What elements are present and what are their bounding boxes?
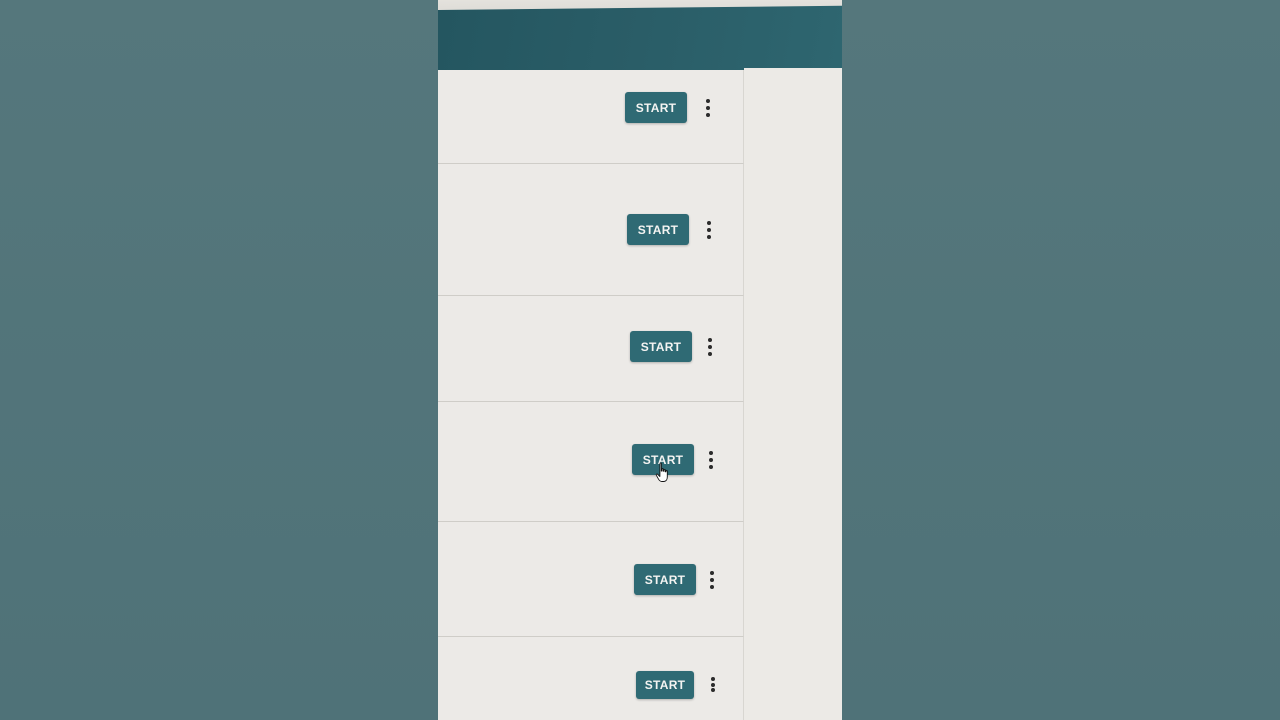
list-item: START [438,637,744,720]
list-item: START [438,522,744,637]
list-item: START [438,296,744,402]
list-item: START [438,164,744,296]
list-item: START [438,402,744,522]
more-dot [710,585,714,589]
start-button[interactable]: START [634,564,696,595]
more-options-icon[interactable] [706,451,716,469]
start-button[interactable]: START [636,671,694,699]
background-right [842,0,1280,720]
right-side-panel [744,68,842,720]
more-dot [708,352,712,356]
more-dot [710,571,714,575]
more-options-icon[interactable] [708,677,718,692]
more-options-icon[interactable] [703,99,713,117]
more-dot [706,113,710,117]
more-dot [711,682,715,687]
start-button[interactable]: START [625,92,687,123]
more-dot [711,677,715,681]
more-dot [710,578,714,582]
app-viewport: START START START START START START [438,0,842,720]
background-left [0,0,438,720]
more-dot [707,221,711,225]
hand-pointer-icon [655,462,668,482]
item-list: START START START START START START [438,70,744,720]
more-dot [711,688,715,692]
more-dot [706,99,710,103]
more-dot [707,235,711,239]
list-item: START [438,70,744,164]
more-options-icon[interactable] [707,571,717,589]
more-dot [707,228,711,232]
more-dot [709,451,713,455]
more-dot [708,338,712,342]
more-dot [708,345,712,349]
more-options-icon[interactable] [704,221,714,239]
more-dot [706,106,710,110]
more-options-icon[interactable] [705,338,715,356]
more-dot [709,458,713,462]
more-dot [709,465,713,469]
start-button[interactable]: START [627,214,689,245]
start-button[interactable]: START [630,331,692,362]
